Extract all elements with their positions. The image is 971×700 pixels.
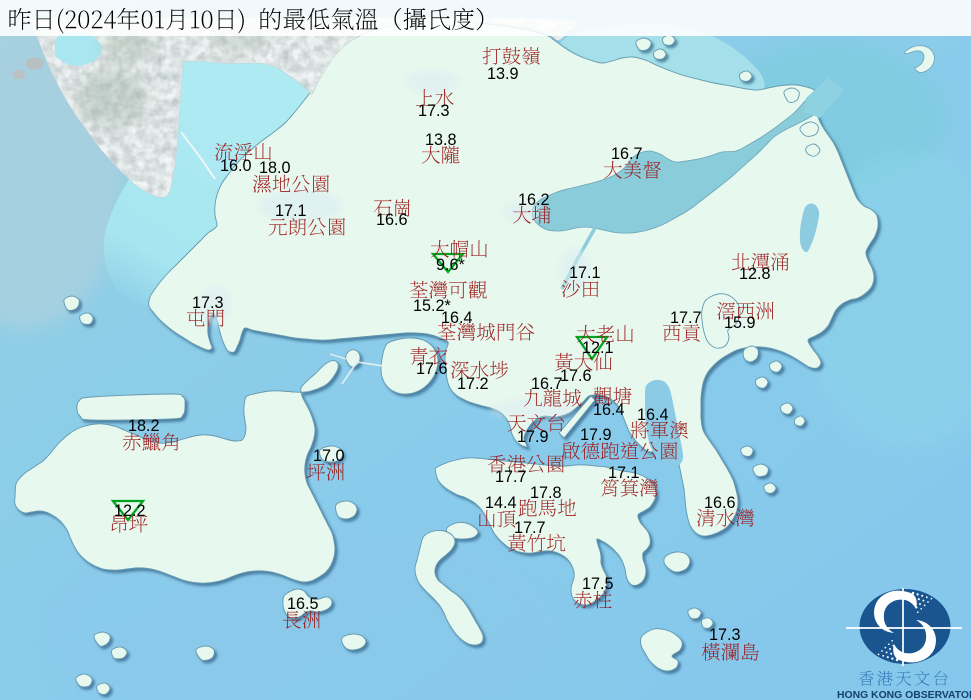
svg-text:15.9: 15.9 (724, 314, 756, 332)
svg-text:17.3: 17.3 (418, 102, 450, 120)
svg-text:17.6: 17.6 (416, 360, 448, 378)
svg-text:16.2: 16.2 (518, 191, 550, 209)
svg-text:17.5: 17.5 (582, 575, 614, 593)
svg-text:16.4: 16.4 (593, 401, 625, 419)
svg-text:17.1: 17.1 (275, 202, 307, 220)
svg-text:16.7: 16.7 (531, 375, 563, 393)
svg-text:12.8: 12.8 (739, 265, 771, 283)
svg-text:9.6*: 9.6* (436, 256, 466, 274)
svg-text:17.9: 17.9 (517, 428, 549, 446)
svg-text:18.0: 18.0 (259, 159, 291, 177)
svg-text:16.6: 16.6 (704, 494, 736, 512)
svg-text:HONG KONG OBSERVATORY: HONG KONG OBSERVATORY (837, 690, 971, 700)
svg-text:17.7: 17.7 (670, 309, 702, 327)
svg-text:16.4: 16.4 (637, 406, 669, 424)
svg-text:17.1: 17.1 (569, 264, 601, 282)
svg-text:16.5: 16.5 (287, 595, 319, 613)
svg-text:17.7: 17.7 (495, 468, 527, 486)
svg-text:13.9: 13.9 (487, 65, 519, 83)
svg-text:17.2: 17.2 (457, 375, 489, 393)
svg-text:17.7: 17.7 (514, 519, 546, 537)
svg-text:16.7: 16.7 (611, 145, 643, 163)
svg-text:12.2: 12.2 (114, 502, 146, 520)
svg-text:17.0: 17.0 (313, 447, 345, 465)
svg-text:18.2: 18.2 (128, 417, 160, 435)
svg-text:12.1: 12.1 (582, 339, 614, 357)
svg-text:17.8: 17.8 (530, 484, 562, 502)
svg-text:16.0: 16.0 (220, 157, 252, 175)
svg-text:14.4: 14.4 (485, 494, 517, 512)
svg-text:13.8: 13.8 (425, 131, 457, 149)
svg-text:17.6: 17.6 (560, 367, 592, 385)
svg-text:16.4: 16.4 (441, 309, 473, 327)
svg-text:16.6: 16.6 (376, 211, 408, 229)
svg-text:17.1: 17.1 (608, 464, 640, 482)
svg-text:17.9: 17.9 (580, 426, 612, 444)
svg-text:17.3: 17.3 (192, 294, 224, 312)
svg-text:17.3: 17.3 (709, 626, 741, 644)
